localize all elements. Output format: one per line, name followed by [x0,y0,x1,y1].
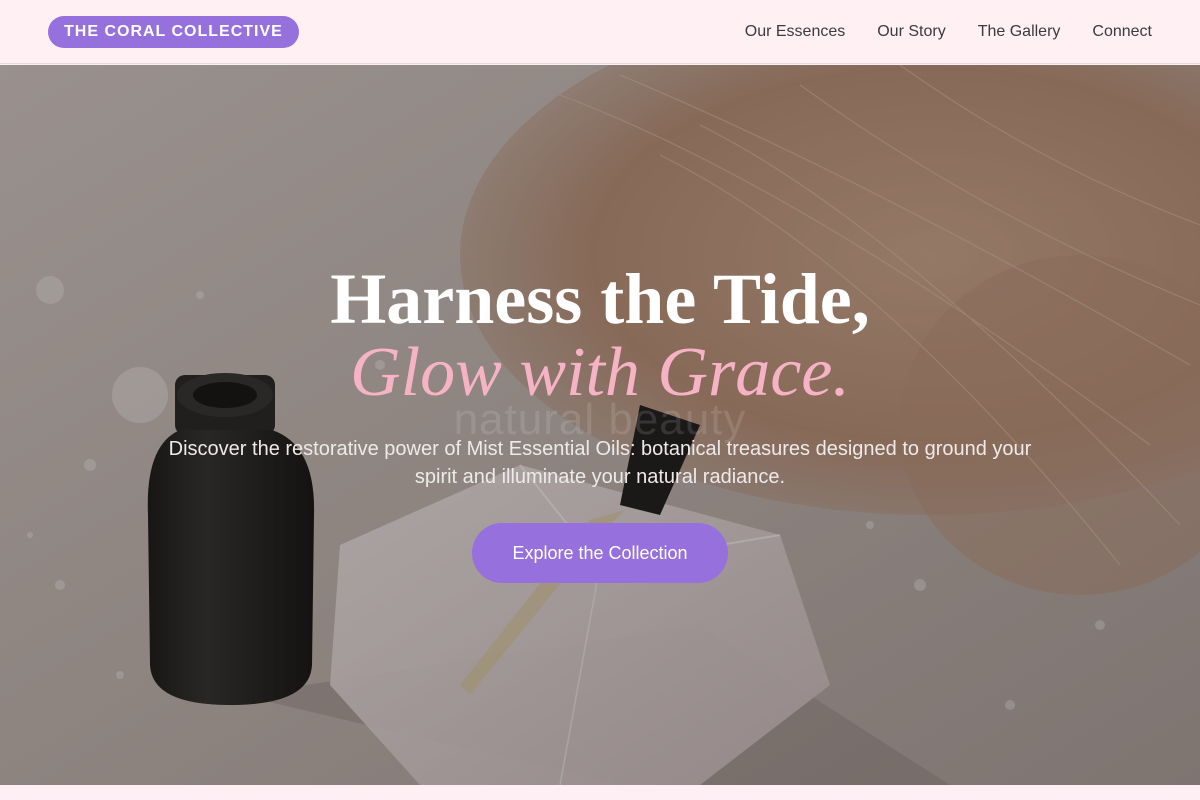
hero-section: natural beauty Harness the Tide, Glow wi… [0,65,1200,785]
hero-headline: Harness the Tide, [330,259,870,339]
nav-link-our-essences[interactable]: Our Essences [745,23,845,41]
hero-headline-accent: Glow with Grace. [350,334,850,411]
main-nav: Our Essences Our Story The Gallery Conne… [745,23,1152,41]
brand-logo[interactable]: THE CORAL COLLECTIVE [48,15,299,48]
page-bottom-strip [0,785,1200,800]
nav-link-the-gallery[interactable]: The Gallery [978,23,1061,41]
nav-link-our-story[interactable]: Our Story [877,23,945,41]
explore-collection-button[interactable]: Explore the Collection [472,523,728,583]
top-navbar: THE CORAL COLLECTIVE Our Essences Our St… [0,0,1200,64]
nav-link-connect[interactable]: Connect [1092,23,1152,41]
hero-subtitle: Discover the restorative power of Mist E… [168,438,1032,488]
